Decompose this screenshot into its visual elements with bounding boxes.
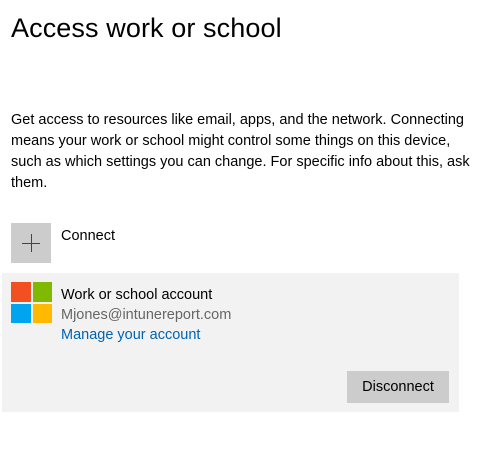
disconnect-button[interactable]: Disconnect <box>347 371 449 403</box>
logo-yellow-square <box>32 303 52 323</box>
page-title: Access work or school <box>11 13 282 43</box>
account-email: Mjones@intunereport.com <box>61 307 232 323</box>
logo-blue-square <box>11 303 31 323</box>
page-description: Get access to resources like email, apps… <box>11 112 470 191</box>
plus-icon <box>22 234 40 252</box>
account-type-label: Work or school account <box>61 287 213 303</box>
work-account-panel[interactable]: Work or school account Mjones@intunerepo… <box>2 273 459 412</box>
logo-green-square <box>32 282 52 302</box>
connect-tile[interactable] <box>11 223 51 263</box>
microsoft-logo-icon <box>11 282 52 323</box>
connect-label[interactable]: Connect <box>61 226 115 246</box>
logo-red-square <box>11 282 31 302</box>
manage-account-link[interactable]: Manage your account <box>61 325 200 345</box>
